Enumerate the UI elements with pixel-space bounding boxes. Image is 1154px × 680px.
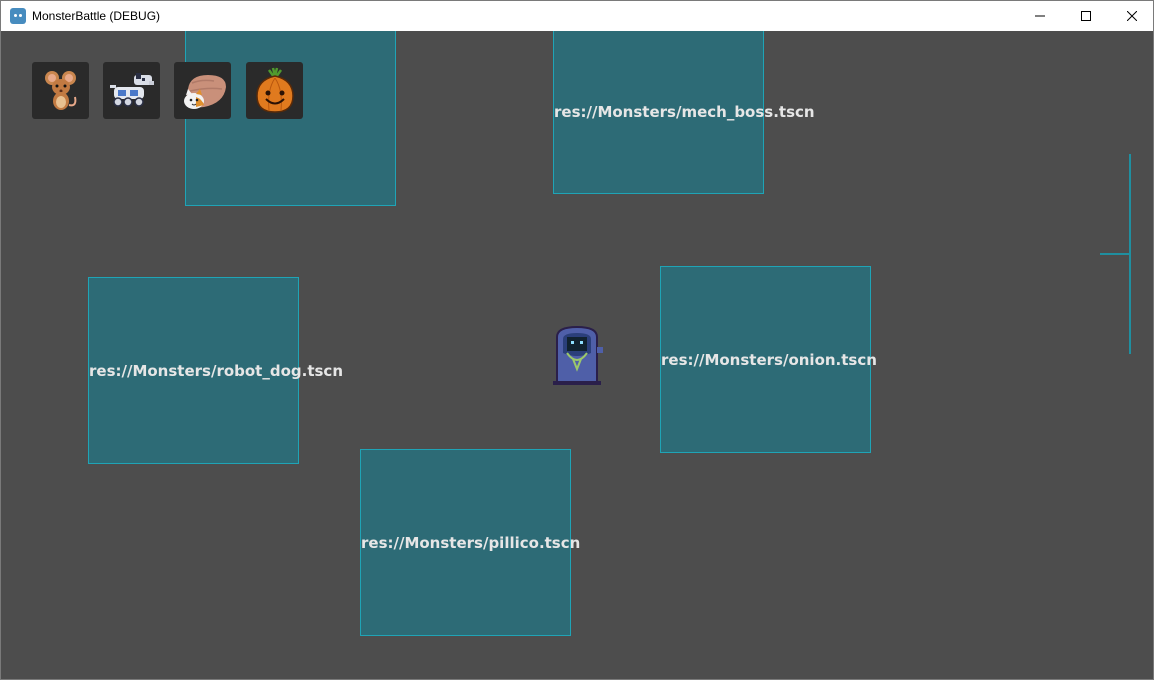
- onion-icon: [255, 67, 294, 113]
- game-viewport[interactable]: res://Monsters/mech_boss.tscn res://Mons…: [1, 31, 1153, 679]
- hooded-player-sprite: [553, 325, 603, 385]
- hud-slot-onion[interactable]: [246, 62, 303, 119]
- monster-area-onion[interactable]: res://Monsters/onion.tscn: [660, 266, 877, 453]
- monster-area-label: res://Monsters/mech_boss.tscn: [554, 102, 815, 121]
- monster-area-label: res://Monsters/pillico.tscn: [361, 533, 581, 552]
- monster-area-robot-dog[interactable]: res://Monsters/robot_dog.tscn: [88, 277, 343, 464]
- player-character[interactable]: [549, 323, 605, 387]
- maximize-button[interactable]: [1063, 1, 1109, 31]
- maximize-icon: [1081, 11, 1091, 21]
- hud-slot-robot-dog[interactable]: [103, 62, 160, 119]
- guide-line-horizontal: [1100, 253, 1131, 255]
- monster-area-label: res://Monsters/robot_dog.tscn: [89, 361, 344, 380]
- godot-app-icon: [10, 8, 26, 24]
- title-bar[interactable]: MonsterBattle (DEBUG): [1, 1, 1153, 31]
- hud-slot-mouse[interactable]: [32, 62, 89, 119]
- cat-in-sack-icon: [183, 74, 226, 109]
- minimize-button[interactable]: [1017, 1, 1063, 31]
- mouse-icon: [44, 70, 76, 110]
- window-title: MonsterBattle (DEBUG): [32, 9, 161, 23]
- monster-area-pillico[interactable]: res://Monsters/pillico.tscn: [360, 449, 580, 636]
- robot-dog-icon: [109, 72, 154, 107]
- monster-area-mech-boss[interactable]: res://Monsters/mech_boss.tscn: [553, 31, 815, 194]
- minimize-icon: [1035, 15, 1045, 17]
- monster-area-label: res://Monsters/onion.tscn: [661, 350, 877, 369]
- close-button[interactable]: [1109, 1, 1153, 31]
- game-window: MonsterBattle (DEBUG) res://Monsters/mec…: [0, 0, 1154, 680]
- close-icon: [1127, 11, 1137, 21]
- hud-slot-cat-sack[interactable]: [174, 62, 231, 119]
